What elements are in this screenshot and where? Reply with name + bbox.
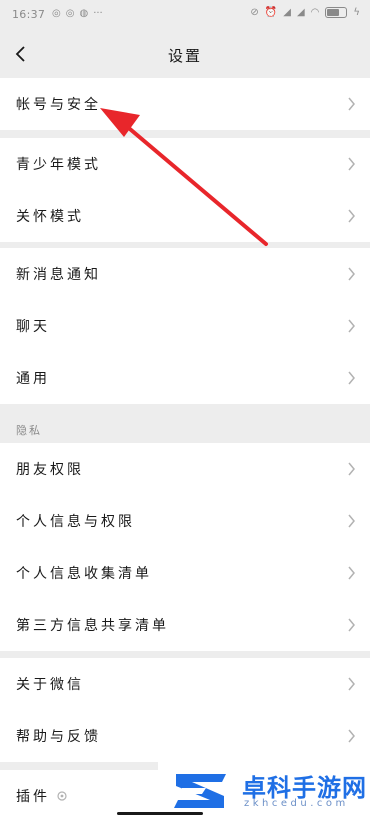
- home-indicator: [117, 812, 203, 815]
- notification-icon: ◎: [65, 8, 75, 19]
- settings-item-label: 关怀模式: [16, 209, 84, 225]
- chevron-right-icon: [348, 677, 355, 691]
- nav-bar: 设置: [0, 30, 370, 78]
- settings-item-label: 帮助与反馈: [16, 729, 101, 745]
- settings-group-account: 帐号与安全: [0, 78, 370, 130]
- settings-item-care-mode[interactable]: 关怀模式: [0, 190, 370, 242]
- chat-bubble-icon: ◍: [79, 8, 89, 19]
- settings-item-label: 帐号与安全: [16, 97, 101, 113]
- chevron-right-icon: [348, 97, 355, 111]
- chevron-right-icon: [348, 371, 355, 385]
- section-header-privacy: 隐私: [16, 424, 42, 437]
- settings-item-account-security[interactable]: 帐号与安全: [0, 78, 370, 130]
- status-left-icons: ◎ ◎ ◍ ···: [52, 8, 103, 19]
- chevron-right-icon: [348, 462, 355, 476]
- chevron-right-icon: [348, 514, 355, 528]
- plugins-label: 插件: [16, 789, 50, 805]
- mute-icon: ⊘: [250, 7, 259, 18]
- settings-item-label: 青少年模式: [16, 157, 101, 173]
- status-time: 16:37: [12, 8, 46, 21]
- settings-item-label: 个人信息与权限: [16, 514, 135, 530]
- chevron-right-icon: [348, 566, 355, 580]
- chevron-right-icon: [348, 319, 355, 333]
- status-right-icons: ⊘ ⏰ ◢ ◢ ◠ ϟ: [250, 7, 360, 18]
- settings-item-help-feedback[interactable]: 帮助与反馈: [0, 710, 370, 762]
- signal-icon: ◢: [296, 7, 305, 18]
- battery-icon: [325, 7, 348, 18]
- settings-item-personal-info-permissions[interactable]: 个人信息与权限: [0, 495, 370, 547]
- settings-item-teen-mode[interactable]: 青少年模式: [0, 138, 370, 190]
- alarm-icon: ⏰: [264, 7, 278, 18]
- settings-item-friend-permissions[interactable]: 朋友权限: [0, 443, 370, 495]
- settings-group-about: 关于微信 帮助与反馈: [0, 658, 370, 762]
- settings-item-label: 朋友权限: [16, 462, 84, 478]
- settings-item-label: 插件: [16, 786, 68, 806]
- settings-item-general[interactable]: 通用: [0, 352, 370, 404]
- watermark-subtitle: zkhcedu.com: [244, 798, 349, 809]
- status-bar: 16:37 ◎ ◎ ◍ ··· ⊘ ⏰ ◢ ◢ ◠ ϟ: [0, 0, 370, 30]
- chevron-right-icon: [348, 267, 355, 281]
- settings-item-label: 新消息通知: [16, 267, 101, 283]
- chevron-right-icon: [348, 618, 355, 632]
- settings-item-personal-info-collection-list[interactable]: 个人信息收集清单: [0, 547, 370, 599]
- settings-item-label: 聊天: [16, 319, 50, 335]
- settings-item-chat[interactable]: 聊天: [0, 300, 370, 352]
- settings-group-privacy: 朋友权限 个人信息与权限 个人信息收集清单 第三方信息共享清单: [0, 443, 370, 651]
- chevron-right-icon: [348, 209, 355, 223]
- settings-group-general: 新消息通知 聊天 通用: [0, 248, 370, 404]
- settings-item-about-wechat[interactable]: 关于微信: [0, 658, 370, 710]
- settings-item-new-message-notification[interactable]: 新消息通知: [0, 248, 370, 300]
- wifi-icon: ◠: [310, 7, 320, 18]
- plugin-icon: [57, 791, 67, 801]
- settings-item-label: 个人信息收集清单: [16, 566, 152, 582]
- notification-icon: ◎: [52, 8, 61, 19]
- signal-icon: ◢: [283, 7, 291, 18]
- settings-item-label: 通用: [16, 371, 50, 387]
- watermark-logo: [174, 774, 226, 808]
- page-title: 设置: [167, 47, 202, 65]
- settings-item-label: 关于微信: [16, 677, 84, 693]
- charging-icon: ϟ: [353, 7, 360, 18]
- chevron-right-icon: [348, 157, 355, 171]
- settings-item-label: 第三方信息共享清单: [16, 618, 169, 634]
- chevron-right-icon: [348, 729, 355, 743]
- settings-group-modes: 青少年模式 关怀模式: [0, 138, 370, 242]
- status-more: ···: [93, 8, 103, 19]
- settings-item-third-party-sharing-list[interactable]: 第三方信息共享清单: [0, 599, 370, 651]
